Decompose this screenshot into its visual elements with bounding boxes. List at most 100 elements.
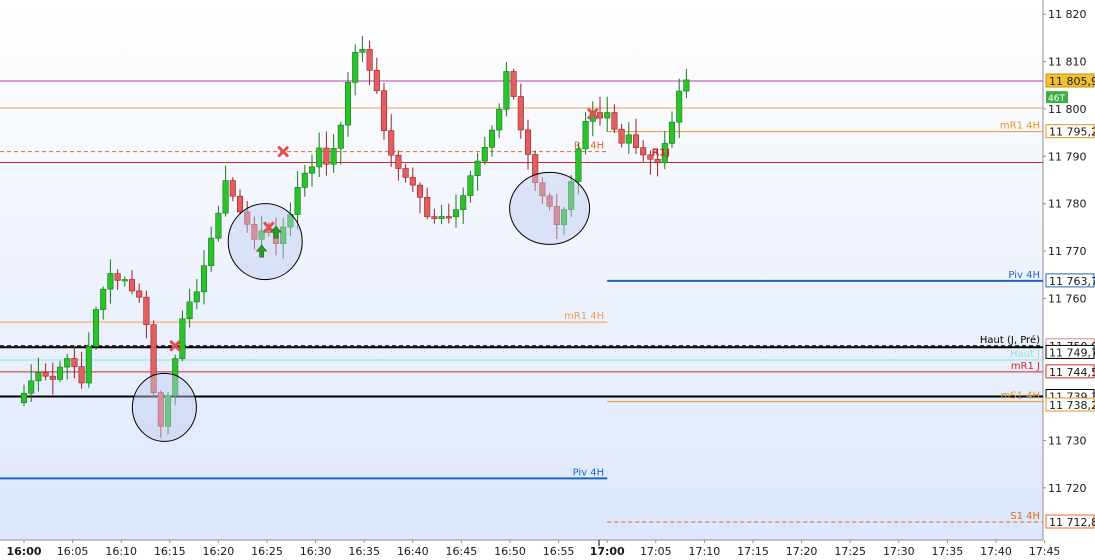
x-tick-label: 16:40 [397,545,429,558]
x-tick-label: 16:30 [300,545,332,558]
reference-line-label: S1 4H [1010,511,1040,522]
candle-up [186,301,193,320]
candle-up [474,160,481,177]
highlight-circle [227,203,303,281]
candle-up [222,180,229,214]
x-tick-label: 16:20 [203,545,235,558]
candle-up [64,358,71,368]
candle-down [640,147,647,156]
candle-down [388,130,395,156]
candle-up [676,90,683,123]
x-tick-label: 16:45 [446,545,478,558]
candle-down [618,128,625,144]
candle-down [373,69,380,92]
y-tick-label: 11 780 [1048,198,1087,211]
candle-up [359,49,366,53]
candle-up [467,175,474,196]
x-tick-label: 17:00 [590,545,625,558]
x-tick-label: 17:45 [1029,545,1061,558]
x-tick-label: 17:30 [883,545,915,558]
candle-up [352,52,359,83]
candle-down [78,366,85,384]
candle-down [632,134,640,148]
candle-up [121,279,128,282]
candle-up [20,392,28,404]
y-tick-label: 11 790 [1048,150,1087,163]
candle-up [107,273,114,290]
candle-down [114,273,121,281]
reference-line-label: mR1 J [1011,361,1040,372]
x-tick-label: 17:35 [932,545,964,558]
x-tick-label: 17:20 [786,545,818,558]
x-tick-label: 17:05 [640,545,672,558]
x-tick-label: 17:25 [834,545,866,558]
candle-down [654,158,661,164]
candle-up [481,147,488,162]
reference-line-label: Haut (J, Pré) [980,334,1040,346]
candle-up [208,237,215,266]
candle-down [445,216,452,219]
reference-line-label: mS1 4H [1000,391,1040,402]
x-tick-label: 16:25 [251,545,283,558]
x-tick-label: 16:10 [105,545,137,558]
candle-up [683,79,690,92]
candle-up [92,309,100,347]
price-tag-text: 11 795,2 [1049,126,1095,139]
x-tick-label: 16:50 [494,545,526,558]
candle-down [128,279,136,292]
candle-down [236,195,244,213]
reference-line-label: Piv 4H [573,467,605,478]
candle-down [517,96,524,131]
y-tick-label: 11 720 [1048,482,1087,495]
candle-down [380,90,388,131]
y-tick-label: 11 730 [1048,435,1087,448]
candle-up [301,172,308,188]
candle-up [668,121,676,144]
y-tick-label: 11 810 [1048,56,1087,69]
x-tick-label: 17:40 [980,545,1012,558]
price-tag-text: 11 738,2 [1049,399,1095,412]
candle-up [56,366,64,380]
candle-down [366,49,373,71]
candle-up [308,166,316,174]
y-tick-label: 11 760 [1048,292,1087,305]
y-tick-label: 11 770 [1048,245,1087,258]
candle-up [200,265,208,293]
candle-down [416,184,424,198]
candle-down [510,71,517,97]
candle-up [488,129,496,148]
candle-down [143,296,150,325]
candle-down [42,372,49,377]
y-tick-label: 11 800 [1048,103,1087,116]
price-tag-text: 11 744,5 [1049,366,1095,379]
candle-up [330,148,337,165]
candle-up [35,372,42,382]
candle-up [316,147,323,168]
annotation-label: R1J [652,148,670,159]
candle-down [424,197,431,217]
candle-down [136,290,143,298]
candle-up [337,124,344,149]
candle-up [452,209,460,218]
candle-down [524,129,532,155]
candle-up [438,216,445,219]
candle-up [344,82,352,126]
candle-up [179,318,186,359]
reference-line-label: mR1 4H [1000,121,1040,132]
x-tick-label: 16:00 [6,545,41,558]
candle-down [611,112,618,130]
candle-up [193,291,200,303]
candle-up [496,109,503,131]
price-tag-text: 11 749,7 [1049,346,1095,359]
candle-down [49,375,56,380]
candle-down [229,180,236,197]
reference-line-label: mR1 4H [564,311,604,322]
x-tick-label: 17:10 [689,545,721,558]
candle-down [395,154,402,169]
candle-down [409,177,416,186]
candle-up [503,71,510,110]
highlight-circle [509,171,591,245]
x-tick-label: 16:35 [348,545,380,558]
price-tag-text: 11 712,8 [1049,516,1095,529]
candle-up [28,380,35,394]
